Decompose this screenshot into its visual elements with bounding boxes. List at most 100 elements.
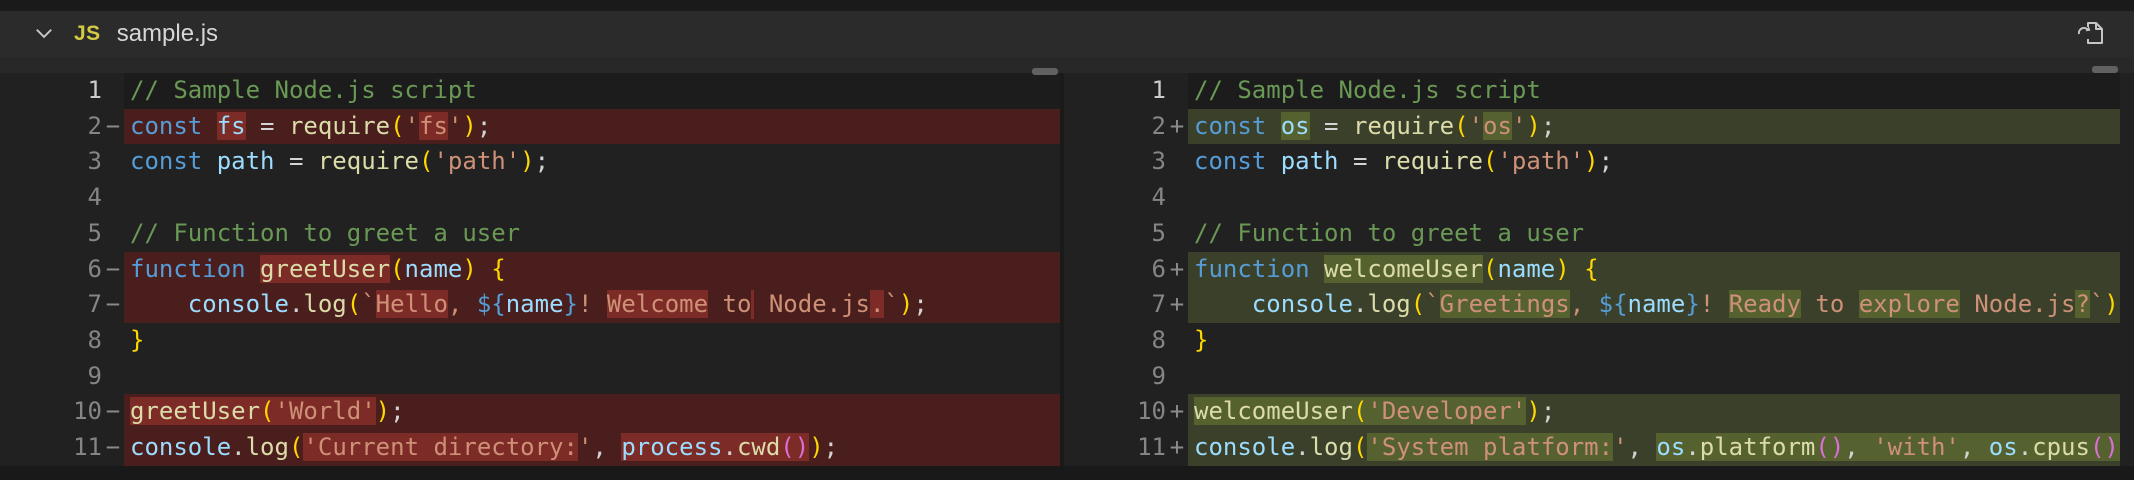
scrollbar-track[interactable] — [2120, 73, 2134, 466]
code-token: . — [231, 433, 245, 461]
code-token — [202, 147, 216, 175]
chevron-down-icon — [32, 21, 56, 48]
code-token: to — [708, 290, 751, 318]
code-token: name — [1497, 255, 1555, 283]
code-token: ; — [390, 397, 404, 425]
line-content: } — [124, 323, 1060, 359]
code-token: ; — [913, 290, 927, 318]
bottom-strip — [0, 466, 2134, 480]
code-token: const — [130, 147, 202, 175]
code-token: ( — [260, 397, 274, 425]
code-token: log — [246, 433, 289, 461]
code-token: ) — [520, 147, 534, 175]
diff-sign — [1166, 73, 1188, 109]
code-token: ${ — [1599, 290, 1628, 318]
code-token: Hello — [376, 290, 448, 318]
code-token: , — [592, 433, 621, 461]
code-token: ) — [462, 112, 476, 140]
code-token: console — [130, 433, 231, 461]
code-token: // Function to greet a user — [130, 219, 520, 247]
code-line: 7+ console.log(`Greetings, ${name}! Read… — [1064, 287, 2134, 323]
code-token: name — [506, 290, 564, 318]
code-line: 5// Function to greet a user — [1064, 216, 2134, 252]
code-token: } — [1194, 326, 1208, 354]
code-token: ! — [1700, 290, 1729, 318]
line-content: const path = require('path'); — [124, 144, 1060, 180]
diff-editor: 1// Sample Node.js script2−const fs = re… — [0, 73, 2134, 466]
code-token: ` — [1425, 290, 1439, 318]
diff-sign — [102, 216, 124, 252]
code-token: welcomeUser — [1194, 397, 1353, 425]
code-token: 'path' — [1497, 147, 1584, 175]
code-token: log — [303, 290, 346, 318]
scrollbar-handle-left[interactable] — [1032, 68, 1058, 75]
line-content: console.log(`Hello, ${name}! Welcome to … — [124, 287, 1060, 323]
code-token: fs — [217, 112, 246, 140]
go-to-file-button[interactable] — [2072, 15, 2110, 53]
line-content — [124, 359, 1060, 395]
code-line: 2+const os = require('os'); — [1064, 109, 2134, 145]
code-token: welcomeUser — [1324, 255, 1483, 283]
code-token: require — [289, 112, 390, 140]
line-number: 3 — [1064, 144, 1166, 180]
code-token: ) — [1526, 397, 1540, 425]
code-line: 2−const fs = require('fs'); — [0, 109, 1060, 145]
code-token: fs — [419, 112, 448, 140]
line-number: 6 — [0, 252, 102, 288]
code-token: cpus — [2032, 433, 2090, 461]
code-token: ( — [1353, 397, 1367, 425]
line-content: console.log('System platform:', os.platf… — [1188, 430, 2134, 466]
line-content: // Sample Node.js script — [124, 73, 1060, 109]
collapse-button[interactable] — [30, 20, 58, 48]
code-token: ( — [390, 255, 404, 283]
diff-sign — [102, 359, 124, 395]
line-number: 5 — [0, 216, 102, 252]
diff-pane-modified[interactable]: 1// Sample Node.js script2+const os = re… — [1064, 73, 2134, 466]
diff-editor-panel: JS sample.js 1// Sample Node.js script2−… — [0, 0, 2134, 480]
code-line: 10+welcomeUser('Developer'); — [1064, 394, 2134, 430]
code-token: Ready — [1729, 290, 1801, 318]
code-token: ` — [884, 290, 898, 318]
filename-label: sample.js — [117, 20, 218, 48]
code-token: name — [1628, 290, 1686, 318]
code-token: console — [1194, 433, 1295, 461]
code-line: 11+console.log('System platform:', os.pl… — [1064, 430, 2134, 466]
code-token: ( — [390, 112, 404, 140]
code-token: ( — [1815, 433, 1829, 461]
line-number: 2 — [0, 109, 102, 145]
line-content: } — [1188, 323, 2134, 359]
code-token: ) — [1584, 147, 1598, 175]
diff-pane-original[interactable]: 1// Sample Node.js script2−const fs = re… — [0, 73, 1060, 466]
code-token: , — [1628, 433, 1657, 461]
code-token: ( — [780, 433, 794, 461]
code-line: 9 — [1064, 359, 2134, 395]
line-content: function greetUser(name) { — [124, 252, 1060, 288]
code-line: 7− console.log(`Hello, ${name}! Welcome … — [0, 287, 1060, 323]
code-token: . — [1295, 433, 1309, 461]
js-language-icon: JS — [74, 22, 101, 46]
code-token: = — [1339, 147, 1382, 175]
code-token: 'Developer' — [1367, 397, 1526, 425]
line-number: 10 — [0, 394, 102, 430]
code-token: os — [1281, 112, 1310, 140]
code-token: ( — [1483, 147, 1497, 175]
code-token: ? — [2075, 290, 2089, 318]
line-content — [1188, 359, 2134, 395]
line-number: 11 — [0, 430, 102, 466]
code-token: = — [275, 147, 318, 175]
code-line: 1// Sample Node.js script — [0, 73, 1060, 109]
code-token: os — [1656, 433, 1685, 461]
code-token: ( — [1353, 433, 1367, 461]
code-token — [202, 112, 216, 140]
scrollbar-handle-right[interactable] — [2092, 66, 2118, 73]
code-token: . — [870, 290, 884, 318]
code-token: ) — [795, 433, 809, 461]
line-content: // Function to greet a user — [124, 216, 1060, 252]
code-token: . — [722, 433, 736, 461]
code-line: 8} — [1064, 323, 2134, 359]
code-token: ( — [419, 147, 433, 175]
code-token: ) — [1555, 255, 1569, 283]
diff-sign: + — [1166, 109, 1188, 145]
modified-code-rows: 1// Sample Node.js script2+const os = re… — [1064, 73, 2134, 466]
diff-sign: + — [1166, 287, 1188, 323]
